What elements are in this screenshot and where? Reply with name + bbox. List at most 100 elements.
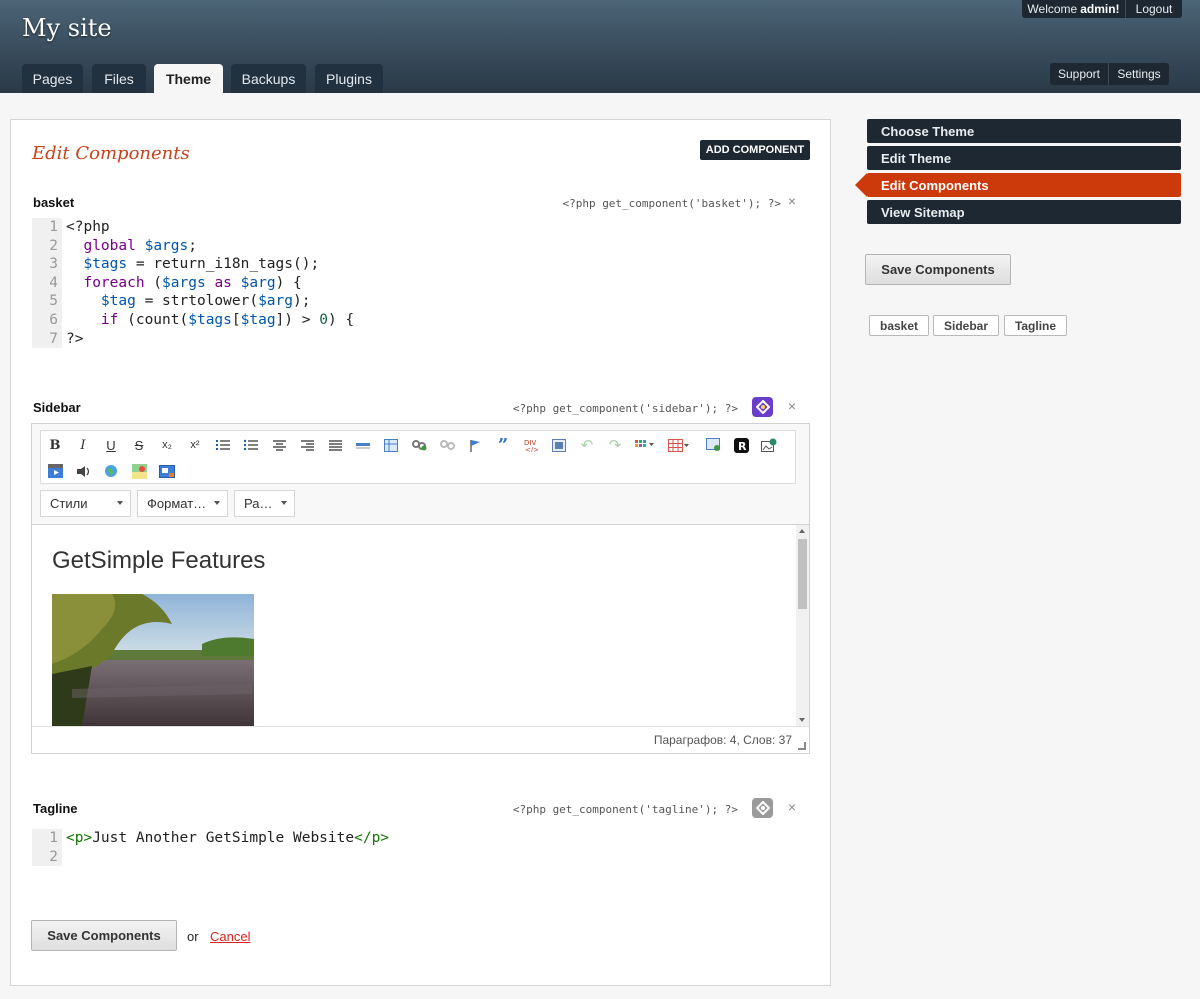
- editor-scrollbar[interactable]: [796, 525, 809, 726]
- line-number: 6: [32, 310, 62, 330]
- sidebar-item-choose-theme[interactable]: Choose Theme: [867, 119, 1181, 143]
- delete-component-icon[interactable]: ×: [785, 799, 799, 815]
- line-number: 2: [32, 847, 62, 867]
- editor-content-area[interactable]: GetSimple Features: [32, 525, 796, 726]
- resize-handle-icon[interactable]: [798, 742, 806, 750]
- wysiwyg-editor: B I U S x₂ x² ” DIV </> ↶ ↷ R Стили Форм…: [31, 423, 810, 754]
- image-upload-icon[interactable]: [702, 434, 724, 456]
- strikethrough-icon[interactable]: S: [128, 434, 150, 456]
- toggle-editor-icon[interactable]: [752, 798, 773, 818]
- component-title-basket[interactable]: basket: [33, 195, 74, 210]
- special-char-dropdown-icon[interactable]: [632, 434, 658, 456]
- tab-pages[interactable]: Pages: [22, 64, 83, 93]
- utility-links: Support Settings: [1050, 63, 1169, 85]
- format-dropdown-label: Формат…: [147, 496, 207, 511]
- content-image[interactable]: [52, 594, 254, 726]
- link-icon[interactable]: [408, 434, 430, 456]
- delete-component-icon[interactable]: ×: [785, 398, 799, 414]
- delete-component-icon[interactable]: ×: [785, 193, 799, 209]
- toggle-editor-icon[interactable]: [752, 397, 773, 417]
- component-title-sidebar[interactable]: Sidebar: [33, 400, 81, 415]
- subscript-icon[interactable]: x₂: [156, 434, 178, 456]
- line-number: 3: [32, 255, 62, 274]
- code-editor-tagline[interactable]: 1 <p>Just Another GetSimple Website</p> 2: [32, 829, 810, 867]
- save-components-button[interactable]: Save Components: [31, 920, 177, 951]
- numbered-list-icon[interactable]: [212, 434, 234, 456]
- r-plugin-icon[interactable]: R: [730, 434, 752, 456]
- globe-icon[interactable]: [100, 460, 122, 482]
- align-justify-icon[interactable]: [324, 434, 346, 456]
- line-number: 7: [32, 329, 62, 349]
- size-dropdown[interactable]: Ра…: [234, 490, 295, 517]
- map-icon[interactable]: [128, 460, 150, 482]
- styles-dropdown[interactable]: Стили: [40, 490, 131, 517]
- div-container-icon[interactable]: DIV </>: [520, 434, 542, 456]
- word-count: Параграфов: 4, Слов: 37: [653, 733, 792, 747]
- cancel-link[interactable]: Cancel: [210, 929, 250, 944]
- chevron-down-icon: [281, 501, 287, 505]
- tab-plugins[interactable]: Plugins: [315, 64, 383, 93]
- svg-text:</>: </>: [525, 446, 538, 452]
- anchor-flag-icon[interactable]: [464, 434, 486, 456]
- underline-icon[interactable]: U: [100, 434, 122, 456]
- line-number: 1: [32, 829, 62, 848]
- table-dropdown-icon[interactable]: [666, 434, 692, 456]
- gallery-icon[interactable]: [758, 434, 780, 456]
- content-heading[interactable]: GetSimple Features: [52, 547, 265, 575]
- site-title[interactable]: My site: [22, 14, 112, 42]
- code-editor-basket[interactable]: 1 <?php 2 global $args; 3 $tags = return_…: [32, 218, 810, 349]
- welcome-text: Welcome admin!: [1022, 0, 1126, 18]
- size-dropdown-label: Ра…: [244, 496, 273, 511]
- tab-theme[interactable]: Theme: [154, 64, 223, 93]
- component-chip-sidebar[interactable]: Sidebar: [933, 315, 999, 336]
- component-chip-basket[interactable]: basket: [869, 315, 929, 336]
- component-title-tagline[interactable]: Tagline: [33, 801, 78, 816]
- align-center-icon[interactable]: [268, 434, 290, 456]
- sidebar-save-components-button[interactable]: Save Components: [865, 254, 1011, 285]
- tab-files[interactable]: Files: [92, 64, 146, 93]
- line-number: 4: [32, 273, 62, 293]
- toolbar-buttons: B I U S x₂ x² ” DIV </> ↶ ↷ R: [40, 430, 796, 484]
- chevron-down-icon: [214, 501, 220, 505]
- scroll-down-icon[interactable]: [799, 718, 805, 722]
- tab-backups[interactable]: Backups: [231, 64, 306, 93]
- source-icon[interactable]: [548, 434, 570, 456]
- redo-icon[interactable]: ↷: [604, 434, 626, 456]
- align-right-icon[interactable]: [296, 434, 318, 456]
- welcome-user: admin!: [1080, 2, 1120, 16]
- sidebar-item-edit-theme[interactable]: Edit Theme: [867, 146, 1181, 170]
- page-title: Edit Components: [32, 143, 190, 164]
- component-chip-tagline[interactable]: Tagline: [1004, 315, 1067, 336]
- undo-icon[interactable]: ↶: [576, 434, 598, 456]
- styles-dropdown-label: Стили: [50, 496, 88, 511]
- table-grid-icon[interactable]: [380, 434, 402, 456]
- editor-toolbar: B I U S x₂ x² ” DIV </> ↶ ↷ R Стили Форм…: [32, 424, 809, 525]
- line-number: 1: [32, 218, 62, 237]
- sidebar-item-view-sitemap[interactable]: View Sitemap: [867, 200, 1181, 224]
- scroll-thumb[interactable]: [798, 539, 807, 609]
- image-properties-icon[interactable]: [156, 460, 178, 482]
- code-close-tag: </p>: [354, 830, 390, 846]
- video-icon[interactable]: [44, 460, 66, 482]
- superscript-icon[interactable]: x²: [184, 434, 206, 456]
- line-number: 5: [32, 292, 62, 311]
- horizontal-rule-icon[interactable]: [352, 434, 374, 456]
- main-panel: Edit Components ADD COMPONENT basket <?p…: [10, 119, 831, 986]
- component-code-tagline: <?php get_component('tagline'); ?>: [512, 803, 738, 816]
- sidebar-item-edit-components[interactable]: Edit Components: [855, 173, 1181, 197]
- format-dropdown[interactable]: Формат…: [137, 490, 228, 517]
- scroll-up-icon[interactable]: [799, 529, 805, 533]
- user-box: Welcome admin! Logout: [1022, 0, 1182, 18]
- bold-icon[interactable]: B: [44, 434, 66, 456]
- settings-link[interactable]: Settings: [1109, 63, 1169, 85]
- audio-icon[interactable]: [72, 460, 94, 482]
- header-bar: My site Pages Files Theme Backups Plugin…: [0, 0, 1200, 93]
- code-text: Just Another GetSimple Website: [92, 830, 355, 846]
- bulleted-list-icon[interactable]: [240, 434, 262, 456]
- blockquote-icon[interactable]: ”: [492, 434, 514, 456]
- italic-icon[interactable]: I: [72, 434, 94, 456]
- support-link[interactable]: Support: [1050, 63, 1109, 85]
- logout-link[interactable]: Logout: [1126, 0, 1182, 18]
- unlink-icon[interactable]: [436, 434, 458, 456]
- add-component-button[interactable]: ADD COMPONENT: [700, 140, 810, 160]
